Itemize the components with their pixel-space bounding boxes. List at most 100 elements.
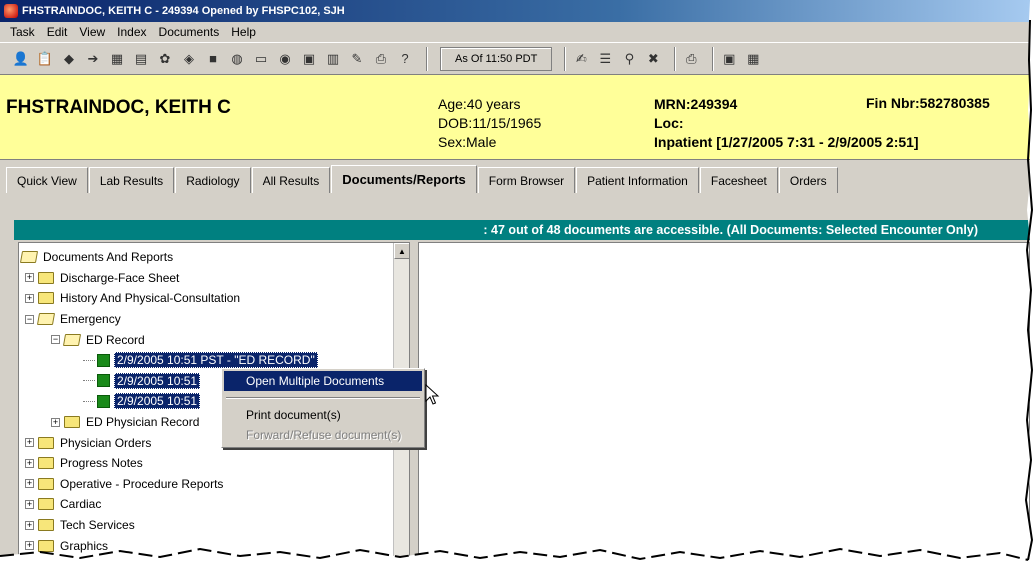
open-multiple-documents-item[interactable]: Open Multiple Documents	[224, 371, 422, 391]
world-icon[interactable]: ◉	[276, 50, 294, 68]
tab-orders[interactable]: Orders	[778, 167, 838, 193]
forward-arrow-icon[interactable]: ➔	[84, 50, 102, 68]
tab-lab-results[interactable]: Lab Results	[88, 167, 175, 193]
tree-item-label: 2/9/2005 10:51	[114, 372, 201, 389]
menu-view[interactable]: View	[79, 25, 105, 39]
patient-dob: DOB:11/15/1965	[438, 115, 542, 131]
expand-icon[interactable]: +	[25, 273, 34, 283]
collapse-icon[interactable]: −	[51, 335, 60, 345]
scroll-up-icon[interactable]: ▲	[394, 243, 409, 259]
toolbar-separator	[426, 46, 428, 71]
lab-icon[interactable]: ▦	[108, 50, 126, 68]
folder-icon	[38, 519, 54, 532]
save-icon[interactable]: ▦	[744, 50, 762, 68]
tree-item-graphics[interactable]: + Graphics	[21, 535, 391, 556]
patient-icon[interactable]: 👤	[12, 50, 30, 68]
expand-icon[interactable]: +	[25, 520, 34, 530]
menu-task[interactable]: Task	[10, 25, 35, 39]
tree-item-discharge-face-sheet[interactable]: + Discharge-Face Sheet	[21, 268, 391, 289]
print-icon[interactable]: ⎙	[372, 50, 390, 68]
tree-item-label: Cardiac	[60, 497, 102, 512]
menu-help[interactable]: Help	[231, 25, 256, 39]
sign-icon[interactable]: ✍	[572, 50, 590, 68]
tree-item-label: 2/9/2005 10:51 PST - "ED RECORD"	[114, 352, 318, 369]
view-icon[interactable]: ▣	[720, 50, 738, 68]
app-window: FHSTRAINDOC, KEITH C - 249394 Opened by …	[0, 0, 1030, 560]
tree-item-emergency[interactable]: − Emergency	[21, 309, 391, 330]
globe-icon[interactable]: ✿	[156, 50, 174, 68]
tree-item-label: Operative - Procedure Reports	[60, 476, 224, 491]
patient-sex: Sex:Male	[438, 134, 497, 150]
folder-icon	[38, 477, 54, 490]
tree-item-ed-record[interactable]: − ED Record	[21, 329, 391, 350]
toolbar: 👤 📋 ◆ ➔ ▦ ▤ ✿ ◈ ■ ◍ ▭ ◉ ▣ ▥ ✎ ⎙ ? As Of …	[0, 42, 1030, 74]
folder-icon	[38, 436, 54, 449]
patient-name: FHSTRAINDOC, KEITH C	[6, 97, 231, 118]
search-icon[interactable]: ⚲	[620, 50, 638, 68]
tab-form-browser[interactable]: Form Browser	[477, 167, 576, 193]
tab-facesheet[interactable]: Facesheet	[699, 167, 778, 193]
title-bar: FHSTRAINDOC, KEITH C - 249394 Opened by …	[0, 0, 1030, 22]
tab-documents-reports[interactable]: Documents/Reports	[331, 165, 477, 193]
menu-index[interactable]: Index	[117, 25, 146, 39]
tree-item-label: Tech Services	[60, 518, 135, 533]
tab-patient-information[interactable]: Patient Information	[576, 167, 699, 193]
expand-icon[interactable]: +	[25, 479, 34, 489]
tree-item-cardiac[interactable]: + Cardiac	[21, 494, 391, 515]
toolbar-separator	[564, 46, 567, 71]
rx-icon[interactable]: ◈	[180, 50, 198, 68]
close-icon[interactable]: ✖	[644, 50, 662, 68]
menu-documents[interactable]: Documents	[159, 25, 220, 39]
tree-root[interactable]: Documents And Reports	[19, 247, 391, 268]
folder-icon	[38, 292, 54, 305]
menu-separator	[226, 397, 420, 399]
list-icon[interactable]: ☰	[596, 50, 614, 68]
as-of-button[interactable]: As Of 11:50 PDT	[440, 46, 553, 71]
folder-icon	[38, 498, 54, 511]
tab-quick-view[interactable]: Quick View	[6, 167, 88, 193]
folder-open-icon	[36, 313, 56, 326]
help-icon[interactable]: ?	[396, 50, 414, 68]
menu-edit[interactable]: Edit	[47, 25, 68, 39]
tree-item-label: Documents And Reports	[43, 250, 174, 265]
folder-icon	[38, 271, 54, 284]
window-icon[interactable]: ▭	[252, 50, 270, 68]
pill-icon[interactable]: ◍	[228, 50, 246, 68]
tree-item-operative-procedure[interactable]: + Operative - Procedure Reports	[21, 474, 391, 495]
tree-item-label: ED Record	[86, 332, 145, 347]
tree-item-label: Graphics	[60, 538, 109, 553]
calendar-icon[interactable]: ▣	[300, 50, 318, 68]
expand-icon[interactable]: +	[25, 293, 34, 303]
expand-icon[interactable]: +	[25, 499, 34, 509]
tree-connector	[83, 359, 95, 361]
expand-icon[interactable]: +	[25, 458, 34, 468]
tools-icon[interactable]: ✎	[348, 50, 366, 68]
context-menu: Open Multiple Documents Print document(s…	[221, 368, 425, 448]
print-documents-item[interactable]: Print document(s)	[224, 405, 422, 425]
tree-connector	[83, 380, 95, 382]
toolbar-separator	[712, 46, 715, 71]
tab-radiology[interactable]: Radiology	[175, 167, 251, 193]
tree-item-history-physical[interactable]: + History And Physical-Consultation	[21, 288, 391, 309]
document-icon	[97, 394, 110, 408]
chart-icon[interactable]: 📋	[36, 50, 54, 68]
tree-item-tech-services[interactable]: + Tech Services	[21, 515, 391, 536]
expand-icon[interactable]: +	[25, 541, 34, 551]
tree-item-label: Physician Orders	[60, 435, 152, 450]
flowsheet-icon[interactable]: ▤	[132, 50, 150, 68]
tree-item-label: Progress Notes	[60, 456, 143, 471]
tab-all-results[interactable]: All Results	[251, 167, 331, 193]
expand-icon[interactable]: +	[51, 417, 60, 427]
document-icon	[97, 374, 110, 388]
tree-item-label: ED Physician Record	[86, 415, 200, 430]
inbox-icon[interactable]: ▥	[324, 50, 342, 68]
back-arrow-icon[interactable]: ◆	[60, 50, 78, 68]
tab-bar: Quick View Lab Results Radiology All Res…	[6, 165, 839, 193]
expand-icon[interactable]: +	[25, 438, 34, 448]
status-text: : 47 out of 48 documents are accessible.…	[483, 223, 978, 237]
tree-item-progress-notes[interactable]: + Progress Notes	[21, 453, 391, 474]
print-doc-icon[interactable]: ⎙	[682, 50, 700, 68]
collapse-icon[interactable]: −	[25, 314, 34, 324]
tree-item-label: 2/9/2005 10:51	[114, 393, 201, 410]
block-icon[interactable]: ■	[204, 50, 222, 68]
